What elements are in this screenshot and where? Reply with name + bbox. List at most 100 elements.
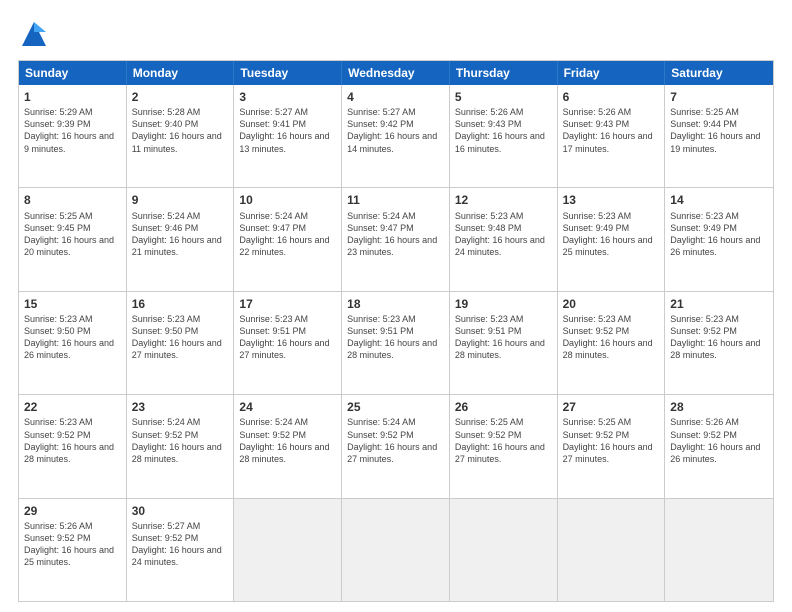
daylight-text: Daylight: 16 hours and 27 minutes. — [132, 337, 229, 361]
sunset-text: Sunset: 9:52 PM — [670, 429, 768, 441]
sunrise-text: Sunrise: 5:24 AM — [347, 210, 444, 222]
calendar-cell-4: 4Sunrise: 5:27 AMSunset: 9:42 PMDaylight… — [342, 85, 450, 187]
calendar-cell-1: 1Sunrise: 5:29 AMSunset: 9:39 PMDaylight… — [19, 85, 127, 187]
day-number: 28 — [670, 399, 768, 415]
sunset-text: Sunset: 9:51 PM — [455, 325, 552, 337]
day-number: 27 — [563, 399, 660, 415]
sunset-text: Sunset: 9:48 PM — [455, 222, 552, 234]
daylight-text: Daylight: 16 hours and 27 minutes. — [239, 337, 336, 361]
weekday-header-saturday: Saturday — [665, 61, 773, 85]
day-number: 10 — [239, 192, 336, 208]
calendar-cell-22: 22Sunrise: 5:23 AMSunset: 9:52 PMDayligh… — [19, 395, 127, 497]
day-number: 7 — [670, 89, 768, 105]
daylight-text: Daylight: 16 hours and 20 minutes. — [24, 234, 121, 258]
sunset-text: Sunset: 9:47 PM — [239, 222, 336, 234]
calendar-cell-29: 29Sunrise: 5:26 AMSunset: 9:52 PMDayligh… — [19, 499, 127, 601]
daylight-text: Daylight: 16 hours and 28 minutes. — [24, 441, 121, 465]
sunrise-text: Sunrise: 5:23 AM — [670, 313, 768, 325]
day-number: 1 — [24, 89, 121, 105]
calendar-cell-28: 28Sunrise: 5:26 AMSunset: 9:52 PMDayligh… — [665, 395, 773, 497]
sunrise-text: Sunrise: 5:27 AM — [347, 106, 444, 118]
sunrise-text: Sunrise: 5:24 AM — [347, 416, 444, 428]
day-number: 26 — [455, 399, 552, 415]
sunrise-text: Sunrise: 5:23 AM — [347, 313, 444, 325]
sunrise-text: Sunrise: 5:24 AM — [132, 210, 229, 222]
calendar-cell-empty-4 — [450, 499, 558, 601]
daylight-text: Daylight: 16 hours and 13 minutes. — [239, 130, 336, 154]
sunset-text: Sunset: 9:52 PM — [132, 429, 229, 441]
daylight-text: Daylight: 16 hours and 22 minutes. — [239, 234, 336, 258]
day-number: 22 — [24, 399, 121, 415]
daylight-text: Daylight: 16 hours and 26 minutes. — [670, 234, 768, 258]
day-number: 16 — [132, 296, 229, 312]
calendar-cell-19: 19Sunrise: 5:23 AMSunset: 9:51 PMDayligh… — [450, 292, 558, 394]
sunrise-text: Sunrise: 5:26 AM — [563, 106, 660, 118]
day-number: 13 — [563, 192, 660, 208]
daylight-text: Daylight: 16 hours and 21 minutes. — [132, 234, 229, 258]
header — [18, 18, 774, 50]
sunrise-text: Sunrise: 5:25 AM — [455, 416, 552, 428]
calendar-row-2: 8Sunrise: 5:25 AMSunset: 9:45 PMDaylight… — [19, 187, 773, 290]
sunrise-text: Sunrise: 5:23 AM — [239, 313, 336, 325]
daylight-text: Daylight: 16 hours and 25 minutes. — [24, 544, 121, 568]
sunset-text: Sunset: 9:42 PM — [347, 118, 444, 130]
day-number: 23 — [132, 399, 229, 415]
day-number: 9 — [132, 192, 229, 208]
day-number: 14 — [670, 192, 768, 208]
calendar-cell-15: 15Sunrise: 5:23 AMSunset: 9:50 PMDayligh… — [19, 292, 127, 394]
calendar-cell-3: 3Sunrise: 5:27 AMSunset: 9:41 PMDaylight… — [234, 85, 342, 187]
weekday-header-sunday: Sunday — [19, 61, 127, 85]
sunset-text: Sunset: 9:45 PM — [24, 222, 121, 234]
daylight-text: Daylight: 16 hours and 28 minutes. — [347, 337, 444, 361]
calendar-cell-16: 16Sunrise: 5:23 AMSunset: 9:50 PMDayligh… — [127, 292, 235, 394]
sunrise-text: Sunrise: 5:23 AM — [455, 313, 552, 325]
calendar-row-3: 15Sunrise: 5:23 AMSunset: 9:50 PMDayligh… — [19, 291, 773, 394]
sunset-text: Sunset: 9:52 PM — [670, 325, 768, 337]
calendar-row-5: 29Sunrise: 5:26 AMSunset: 9:52 PMDayligh… — [19, 498, 773, 601]
sunrise-text: Sunrise: 5:27 AM — [132, 520, 229, 532]
calendar-cell-2: 2Sunrise: 5:28 AMSunset: 9:40 PMDaylight… — [127, 85, 235, 187]
sunset-text: Sunset: 9:43 PM — [455, 118, 552, 130]
calendar-cell-9: 9 Sunrise: 5:24 AMSunset: 9:46 PMDaylight… — [127, 188, 235, 290]
calendar-cell-30: 30Sunrise: 5:27 AMSunset: 9:52 PMDayligh… — [127, 499, 235, 601]
day-number: 19 — [455, 296, 552, 312]
calendar-body: 1Sunrise: 5:29 AMSunset: 9:39 PMDaylight… — [19, 85, 773, 601]
daylight-text: Daylight: 16 hours and 27 minutes. — [347, 441, 444, 465]
sunrise-text: Sunrise: 5:23 AM — [24, 416, 121, 428]
weekday-header-friday: Friday — [558, 61, 666, 85]
sunrise-text: Sunrise: 5:26 AM — [670, 416, 768, 428]
calendar-cell-empty-5 — [558, 499, 666, 601]
calendar-cell-25: 25Sunrise: 5:24 AMSunset: 9:52 PMDayligh… — [342, 395, 450, 497]
calendar-cell-20: 20Sunrise: 5:23 AMSunset: 9:52 PMDayligh… — [558, 292, 666, 394]
daylight-text: Daylight: 16 hours and 26 minutes. — [670, 441, 768, 465]
daylight-text: Daylight: 16 hours and 27 minutes. — [563, 441, 660, 465]
calendar-cell-13: 13Sunrise: 5:23 AMSunset: 9:49 PMDayligh… — [558, 188, 666, 290]
day-number: 25 — [347, 399, 444, 415]
calendar-cell-empty-2 — [234, 499, 342, 601]
sunrise-text: Sunrise: 5:27 AM — [239, 106, 336, 118]
calendar-cell-24: 24Sunrise: 5:24 AMSunset: 9:52 PMDayligh… — [234, 395, 342, 497]
day-number: 2 — [132, 89, 229, 105]
sunset-text: Sunset: 9:50 PM — [132, 325, 229, 337]
calendar-cell-21: 21Sunrise: 5:23 AMSunset: 9:52 PMDayligh… — [665, 292, 773, 394]
calendar-cell-27: 27Sunrise: 5:25 AMSunset: 9:52 PMDayligh… — [558, 395, 666, 497]
sunset-text: Sunset: 9:43 PM — [563, 118, 660, 130]
sunset-text: Sunset: 9:52 PM — [455, 429, 552, 441]
calendar-cell-empty-3 — [342, 499, 450, 601]
sunrise-text: Sunrise: 5:24 AM — [239, 210, 336, 222]
calendar-cell-7: 7Sunrise: 5:25 AMSunset: 9:44 PMDaylight… — [665, 85, 773, 187]
calendar-cell-5: 5Sunrise: 5:26 AMSunset: 9:43 PMDaylight… — [450, 85, 558, 187]
daylight-text: Daylight: 16 hours and 28 minutes. — [455, 337, 552, 361]
sunset-text: Sunset: 9:49 PM — [670, 222, 768, 234]
calendar-row-1: 1Sunrise: 5:29 AMSunset: 9:39 PMDaylight… — [19, 85, 773, 187]
day-number: 3 — [239, 89, 336, 105]
sunrise-text: Sunrise: 5:23 AM — [132, 313, 229, 325]
sunrise-text: Sunrise: 5:23 AM — [24, 313, 121, 325]
day-number: 30 — [132, 503, 229, 519]
calendar-cell-6: 6Sunrise: 5:26 AMSunset: 9:43 PMDaylight… — [558, 85, 666, 187]
sunset-text: Sunset: 9:46 PM — [132, 222, 229, 234]
sunrise-text: Sunrise: 5:25 AM — [563, 416, 660, 428]
sunset-text: Sunset: 9:52 PM — [24, 429, 121, 441]
calendar-cell-26: 26Sunrise: 5:25 AMSunset: 9:52 PMDayligh… — [450, 395, 558, 497]
daylight-text: Daylight: 16 hours and 24 minutes. — [132, 544, 229, 568]
